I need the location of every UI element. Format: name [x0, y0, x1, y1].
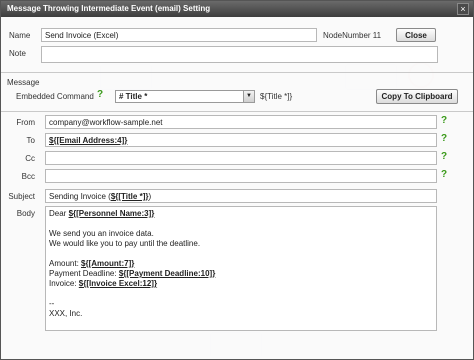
- help-icon[interactable]: ?: [97, 89, 103, 100]
- embedded-command-label: Embedded Command: [16, 92, 94, 101]
- body-line: We send you an invoice data.: [49, 229, 154, 238]
- body-text: Payment Deadline:: [49, 269, 119, 278]
- body-label: Body: [16, 209, 35, 218]
- body-line: Invoice: ${[Invoice Excel:12]}: [49, 279, 433, 289]
- message-label: Message: [7, 78, 40, 87]
- name-label: Name: [9, 31, 31, 40]
- to-variable: ${[Email Address:4]}: [49, 136, 128, 145]
- help-icon[interactable]: ?: [441, 151, 447, 162]
- embedded-command-value: # Title *: [119, 92, 148, 101]
- bcc-field[interactable]: [45, 169, 437, 183]
- body-variable: ${[Payment Deadline:10]}: [118, 269, 216, 278]
- section-divider: [1, 72, 473, 73]
- subject-suffix: ): [148, 192, 152, 201]
- body-textarea[interactable]: Dear ${[Personnel Name:3]} We send you a…: [45, 206, 437, 331]
- subject-variable: ${[Title *]}: [110, 192, 149, 201]
- from-label: From: [16, 118, 35, 127]
- settings-dialog: Message Throwing Intermediate Event (ema…: [0, 0, 474, 360]
- note-label: Note: [9, 49, 26, 58]
- close-icon[interactable]: ×: [457, 3, 469, 15]
- node-number: NodeNumber 11: [323, 31, 382, 40]
- subject-prefix: Sending Invoice (: [49, 192, 111, 201]
- body-line: [49, 289, 433, 299]
- help-icon[interactable]: ?: [441, 115, 447, 126]
- body-line: [49, 219, 433, 229]
- from-field[interactable]: company@workflow-sample.net: [45, 115, 437, 129]
- section-divider: [1, 111, 473, 112]
- body-variable: ${[Amount:7]}: [81, 259, 135, 268]
- body-line: --: [49, 299, 55, 308]
- dialog-title: Message Throwing Intermediate Event (ema…: [7, 4, 211, 13]
- help-icon[interactable]: ?: [441, 133, 447, 144]
- body-text: Dear: [49, 209, 69, 218]
- to-label: To: [26, 136, 35, 145]
- body-line: Amount: ${[Amount:7]}: [49, 259, 433, 269]
- bcc-label: Bcc: [21, 172, 35, 181]
- embedded-preview: ${Title *]}: [260, 92, 293, 101]
- body-line: We would like you to pay until the deatl…: [49, 239, 201, 248]
- body-line: XXX, Inc.: [49, 309, 83, 318]
- cc-label: Cc: [25, 154, 35, 163]
- body-line: Dear ${[Personnel Name:3]}: [49, 209, 433, 219]
- name-field[interactable]: Send Invoice (Excel): [41, 28, 317, 42]
- body-variable: ${[Personnel Name:3]}: [68, 209, 155, 218]
- embedded-command-select[interactable]: # Title * ▼: [115, 90, 255, 103]
- cc-field[interactable]: [45, 151, 437, 165]
- dialog-titlebar: Message Throwing Intermediate Event (ema…: [1, 1, 473, 17]
- chevron-down-icon: ▼: [243, 91, 254, 102]
- body-variable: ${[Invoice Excel:12]}: [78, 279, 158, 288]
- body-line: [49, 249, 433, 259]
- body-text: Amount:: [49, 259, 82, 268]
- body-text: Invoice:: [49, 279, 79, 288]
- copy-to-clipboard-button[interactable]: Copy To Clipboard: [376, 89, 458, 104]
- close-button[interactable]: Close: [396, 28, 436, 42]
- subject-label: Subject: [8, 192, 35, 201]
- help-icon[interactable]: ?: [441, 169, 447, 180]
- body-line: Payment Deadline: ${[Payment Deadline:10…: [49, 269, 433, 279]
- subject-field[interactable]: Sending Invoice (${[Title *]}): [45, 189, 437, 203]
- note-field[interactable]: [41, 46, 438, 63]
- to-field[interactable]: ${[Email Address:4]}: [45, 133, 437, 147]
